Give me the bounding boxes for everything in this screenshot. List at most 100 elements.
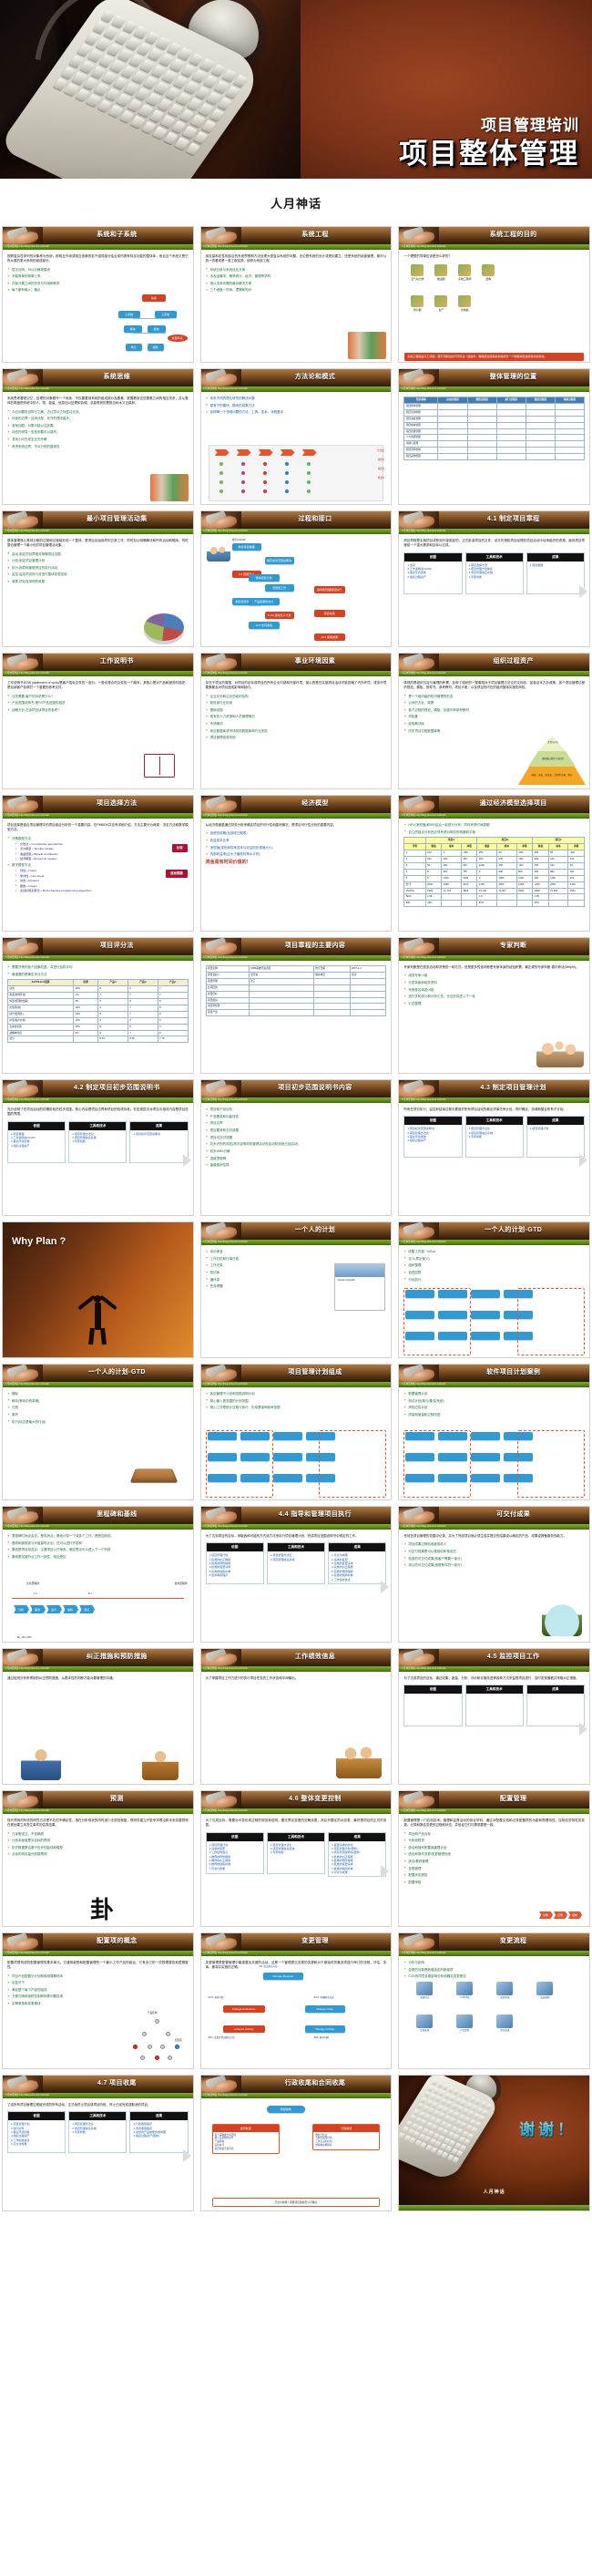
slide-title: 4.1 制定项目章程: [486, 516, 540, 523]
slide-body: 现代预测的科学的研究方法是不在的不确定性，指在分析现状的同时减少无规范程度，预测…: [3, 1814, 193, 1926]
matrix-dot: [219, 480, 223, 484]
slide-blog-url: 人月神话博客 http://blog.sina.com.cn/cnwh: [401, 386, 446, 390]
itto-tools-items: 1.项目管理方法论 2.项目管理信息系统 3.专家判断: [69, 2120, 126, 2136]
slide-thumbnail[interactable]: 项目评分法 人月神话博客 http://blog.sina.com.cn/cnwh…: [2, 937, 194, 1074]
slide-thumbnail[interactable]: 一个人的计划-GTD 人月神话博客 http://blog.sina.com.cn…: [2, 1364, 194, 1500]
slide-thumbnail[interactable]: 项目管理计划组成 人月神话博客 http://blog.sina.com.cn/c…: [199, 1364, 393, 1500]
table-row: 沟通与管理: [403, 440, 586, 448]
node-unit: 单元: [125, 344, 142, 351]
list-item: 质量和度量和过程改进: [403, 1413, 585, 1417]
slide-thumbnail[interactable]: 行政收尾和合同收尾 人月神话博客 http://blog.sina.com.cn/…: [199, 2075, 393, 2211]
slide-paragraph: 充分说明了在项目启动的初期阶段的初步范围。核心内容是项目边界和项目的验收标准。在…: [7, 1108, 189, 1117]
slide-thumbnail[interactable]: 项目选择方法 人月神话博客 http://blog.sina.com.cn/cnw…: [2, 795, 194, 932]
node-environment: 外部环境: [167, 335, 188, 342]
table-cell: 10%: [73, 1016, 99, 1025]
slide-thumbnail[interactable]: 4.2 制定项目初步范围说明书 人月神话博客 http://blog.sina.c…: [2, 1079, 194, 1216]
slide-header-bar: 项目选择方法: [3, 796, 193, 813]
matrix-label: 模式2: [378, 467, 385, 470]
legend-item: 孵化(等待中的事情): [7, 1398, 189, 1404]
itto-inputs: 依据 1.项目管理计划 2.合同文件 3.事业环境因素 4.组织过程资产 5.工作绩效信息…: [7, 2111, 66, 2154]
table-cell: [437, 421, 468, 429]
slide-thumbnail[interactable]: 系统和子系统 人月神话博客 http://blog.sina.com.cn/cnw…: [2, 226, 194, 363]
slide-thumbnail-why-plan[interactable]: Why Plan ?: [2, 1221, 194, 1358]
slide-body: 专家判断是在很多活动和决策的一种方式，但是更多的该判断是专家本身的经验积累，最正…: [399, 961, 589, 1073]
slide-thumbnail[interactable]: 4.6 整体变更控制 人月神话博客 http://blog.sina.com.cn…: [199, 1790, 393, 1927]
list-item: 项目边界: [206, 1121, 387, 1126]
slide-header-bar: 行政收尾和合同收尾: [200, 2076, 392, 2093]
table-row: 1 100 0 -250 250 90 -250 250 50 -200: [403, 850, 585, 858]
slide-thumbnail[interactable]: 经济模型 人月神话博客 http://blog.sina.com.cn/cnwh 从…: [199, 795, 393, 932]
table-cell: -400: [515, 861, 534, 870]
slide-thumbnail[interactable]: 4.4 指导和管理项目执行 人月神话博客 http://blog.sina.com…: [199, 1506, 393, 1643]
table-row: 人力资源管理: [403, 434, 586, 442]
slide-thumbnail[interactable]: 系统思维 人月神话博客 http://blog.sina.com.cn/cnwh 系…: [2, 368, 194, 505]
slide-thumbnail[interactable]: 项目初步范围说明书内容 人月神话博客 http://blog.sina.com.c…: [199, 1079, 393, 1216]
slide-thumbnail[interactable]: 纠正措施和预防措施 人月神话博客 http://blog.sina.com.cn/…: [2, 1648, 194, 1785]
table-cell: [466, 421, 497, 429]
slide-thumbnail[interactable]: 一个人的计划-GTD 人月神话博客 http://blog.sina.com.cn…: [398, 1221, 590, 1358]
list-item: 项目要求和交付成果: [206, 1128, 387, 1133]
slide-thumbnail[interactable]: 4.1 制定项目章程 人月神话博客 http://blog.sina.com.cn…: [398, 510, 590, 647]
slide-title: 4.6 整体变更控制: [289, 1796, 342, 1803]
slide-title: 变更管理: [301, 1938, 329, 1945]
phase-step: 设计: [46, 1605, 63, 1614]
hand-photo-icon: [200, 227, 241, 244]
itto-inputs-header: 依据: [404, 1685, 462, 1695]
slide-thumbnail[interactable]: 整体管理的位置 人月神话博客 http://blog.sina.com.cn/cn…: [398, 368, 590, 505]
slide-header-bar: 4.4 指导和管理项目执行: [200, 1507, 392, 1524]
slide-thumbnail[interactable]: 系统工程 人月神话博客 http://blog.sina.com.cn/cnwh 用…: [199, 226, 393, 363]
slide-thumbnail[interactable]: 软件项目计划案例 人月神话博客 http://blog.sina.com.cn/c…: [398, 1364, 590, 1500]
list-item: 满足整个每个产品的组成: [7, 1988, 189, 1993]
table-cell: [495, 447, 526, 455]
slide-thumbnail[interactable]: 工作说明书 人月神话博客 http://blog.sina.com.cn/cnwh…: [2, 653, 194, 789]
table-cell: [515, 900, 534, 908]
slide-thumbnail[interactable]: 里程碑和基线 人月神话博客 http://blog.sina.com.cn/cnw…: [2, 1506, 194, 1643]
list-item: 启动-制定项目章程并明确项目范围: [7, 551, 189, 557]
table-cell: [248, 990, 314, 998]
table-cell: 项目风险管理: [403, 447, 439, 455]
slide-thumbnail[interactable]: 配置管理 人月神话博客 http://blog.sina.com.cn/cnwh 配…: [398, 1790, 590, 1927]
slide-thumbnail[interactable]: 方法论和模式 人月神话博客 http://blog.sina.com.cn/cnw…: [199, 368, 393, 505]
table-cell: 8: [127, 1016, 158, 1025]
slide-thumbnail[interactable]: 过程和接口 人月神话博客 http://blog.sina.com.cn/cnwh…: [199, 510, 393, 647]
table-header-cell: 年份: [403, 843, 426, 851]
slide-thumbnail[interactable]: 工作绩效信息 人月神话博客 http://blog.sina.com.cn/cnw…: [199, 1648, 393, 1785]
list-item: 里程碑时间点会议，是时间点；基线计划一个或多个工件，是受控制的。: [7, 1534, 189, 1539]
slide-thumbnail[interactable]: 专家判断 人月神话博客 http://blog.sina.com.cn/cnwh 专…: [398, 937, 590, 1074]
slide-thumbnail[interactable]: 组织过程资产 人月神话博客 http://blog.sina.com.cn/cnw…: [398, 653, 590, 789]
slide-thumbnail[interactable]: 通过经济模型选择项目 人月神话博客 http://blog.sina.com.cn…: [398, 795, 590, 932]
slide-thumbnail[interactable]: 事业环境因素 人月神话博客 http://blog.sina.com.cn/cnw…: [199, 653, 393, 789]
node-change-activity: Change Activity: [304, 2025, 345, 2033]
hand-photo-icon: [200, 1649, 241, 1666]
list-item: 进行多轮统计和分析汇总，无法形成进入下一轮: [403, 994, 585, 999]
slide-header-bar: 系统思维: [3, 369, 193, 386]
tree-node: [139, 2056, 145, 2060]
slide-thumbnail[interactable]: 配置项的概念 人月神话博客 http://blog.sina.com.cn/cnw…: [2, 1932, 194, 2069]
calendar-screenshot: Google Calendar: [334, 1263, 386, 1311]
slide-thumbnail-thanks[interactable]: 谢谢！ 人月神话: [398, 2075, 590, 2211]
slide-body: 项目和产品目标产品需求和功能特性项目边界项目要求和交付成果项目可交付成果初步识别…: [201, 1103, 392, 1215]
slide-title: 系统和子系统: [97, 232, 138, 239]
tree-node: [147, 2045, 152, 2049]
slide-thumbnail[interactable]: 变更流程人月神话博客 http://blog.sina.com.cn/cnwh 分…: [398, 1932, 590, 2069]
slide-thumbnail[interactable]: 变更管理 人月神话博客 http://blog.sina.com.cn/cnwh 变…: [199, 1932, 393, 2069]
slide-thumbnail[interactable]: 4.3 制定项目管理计划 人月神话博客 http://blog.sina.com.…: [398, 1079, 590, 1216]
slide-thumbnail[interactable]: 4.7 项目收尾 人月神话博客 http://blog.sina.com.cn/c…: [2, 2075, 194, 2211]
slide-paragraph: 按照复杂性排列的对象称为系统，即相互作用或相互依赖的若干组成部分结合成的具有特定…: [7, 254, 189, 263]
slide-thumbnail[interactable]: 项目章程的主要内容 人月神话博客 http://blog.sina.com.cn/…: [199, 937, 393, 1074]
slide-thumbnail[interactable]: 可交付成果 人月神话博客 http://blog.sina.com.cn/cnwh…: [398, 1506, 590, 1643]
table-cell: 850: [547, 868, 569, 876]
slide-thumbnail[interactable]: 预测 人月神话博客 http://blog.sina.com.cn/cnwh 现代预…: [2, 1790, 194, 1927]
slide-thumbnail[interactable]: 系统工程的目的 人月神话博客 http://blog.sina.com.cn/cn…: [398, 226, 590, 363]
table-cell: [466, 415, 497, 423]
list-item: 项目档案全部存档: [214, 2148, 234, 2151]
table-cell: 350: [476, 856, 498, 863]
slide-thumbnail[interactable]: 一个人的计划 人月神话博客 http://blog.sina.com.cn/cnw…: [199, 1221, 393, 1358]
slide-thumbnail[interactable]: 最小项目管理活动集 人月神话博客 http://blog.sina.com.cn/…: [2, 510, 194, 647]
table-cell: 2560: [496, 881, 517, 889]
slide-blog-url: 人月神话博客 http://blog.sina.com.cn/cnwh: [401, 955, 446, 959]
slide-thumbnail[interactable]: 4.5 监控项目工作 人月神话博客 http://blog.sina.com.cn…: [398, 1648, 590, 1785]
matrix-dot: [306, 480, 311, 484]
list-item: 执行-指导和管理项目的执行活动: [7, 566, 189, 571]
slide-body: 知识领域 启动过程组 规划过程组 执行过程组 监控过程组 收尾过程组 项目整体管理 项目范围管…: [399, 392, 589, 504]
